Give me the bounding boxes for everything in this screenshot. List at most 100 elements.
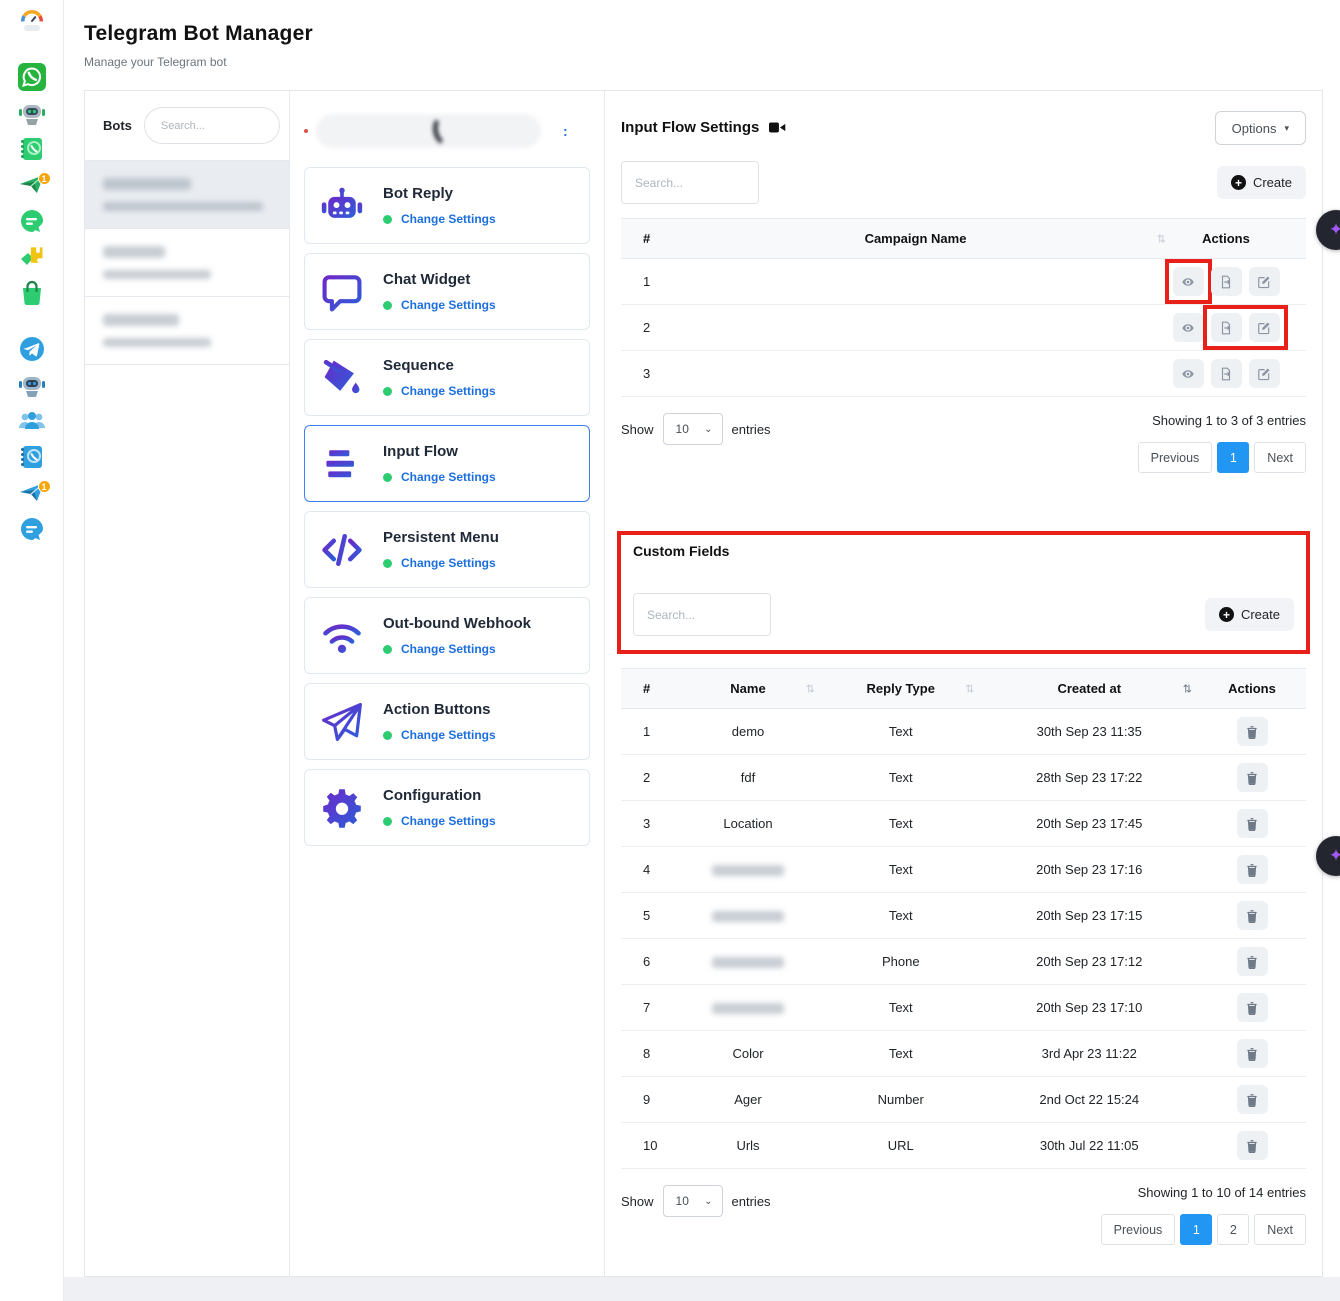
feature-card-chat-widget[interactable]: Chat Widget Change Settings (304, 253, 590, 330)
robot-green-icon[interactable] (17, 98, 47, 128)
export-button[interactable] (1211, 267, 1242, 296)
create-custom-field-button[interactable]: + Create (1205, 598, 1294, 631)
per-page-select[interactable]: 10 ⌄ (663, 413, 723, 445)
edit-button[interactable] (1249, 267, 1280, 296)
created-at: 20th Sep 23 17:15 (981, 908, 1199, 923)
chat-icon (319, 269, 365, 315)
audience-icon[interactable] (17, 406, 47, 436)
page-header: Telegram Bot Manager Manage your Telegra… (84, 22, 313, 69)
custom-fields-search-input[interactable] (633, 593, 771, 636)
edit-button[interactable] (1249, 359, 1280, 388)
sort-icon[interactable]: ⇅ (1183, 682, 1192, 695)
delete-button[interactable] (1237, 901, 1268, 930)
previous-page-button[interactable]: Previous (1101, 1214, 1176, 1245)
export-button[interactable] (1211, 313, 1242, 342)
campaign-search-input[interactable] (621, 161, 759, 204)
delete-button[interactable] (1237, 1131, 1268, 1160)
export-button[interactable] (1211, 359, 1242, 388)
delete-button[interactable] (1237, 855, 1268, 884)
table-header-row: # Campaign Name⇅ Actions (621, 218, 1306, 259)
bot-list-item[interactable] (85, 160, 289, 228)
reply-type: URL (821, 1138, 981, 1153)
status-dot-icon (383, 731, 392, 740)
eye-button[interactable] (1173, 267, 1204, 296)
delete-button[interactable] (1237, 1039, 1268, 1068)
created-at: 3rd Apr 23 11:22 (981, 1046, 1199, 1061)
previous-page-button[interactable]: Previous (1138, 442, 1213, 473)
feature-card-bot-reply[interactable]: Bot Reply Change Settings (304, 167, 590, 244)
redacted-bot-title (103, 246, 165, 258)
redacted-bot-username (103, 270, 211, 279)
eye-button[interactable] (1173, 313, 1204, 342)
shop-icon[interactable] (17, 278, 47, 308)
plane-icon (319, 699, 365, 745)
change-settings-link[interactable]: Change Settings (401, 642, 496, 656)
page-subtitle: Manage your Telegram bot (84, 55, 313, 69)
redacted-field-name (712, 865, 784, 876)
notification-badge: 1 (38, 480, 51, 493)
change-settings-link[interactable]: Change Settings (401, 384, 496, 398)
menu-icon (319, 441, 365, 487)
contacts-green-icon[interactable] (17, 134, 47, 164)
create-campaign-button[interactable]: + Create (1217, 166, 1306, 199)
edit-button[interactable] (1249, 313, 1280, 342)
change-settings-link[interactable]: Change Settings (401, 814, 496, 828)
created-at: 20th Sep 23 17:45 (981, 816, 1199, 831)
video-camera-icon[interactable] (769, 121, 786, 134)
speedometer-icon[interactable] (17, 6, 47, 36)
integration-icon[interactable] (17, 242, 47, 272)
page-button-2[interactable]: 2 (1217, 1214, 1249, 1245)
delete-button[interactable] (1237, 947, 1268, 976)
broadcast-green-icon[interactable]: 1 (17, 170, 47, 200)
change-settings-link[interactable]: Change Settings (401, 470, 496, 484)
reply-type: Text (821, 770, 981, 785)
feature-card-persistent-menu[interactable]: Persistent Menu Change Settings (304, 511, 590, 588)
options-button[interactable]: Options ▾ (1215, 111, 1306, 145)
next-page-button[interactable]: Next (1254, 442, 1306, 473)
delete-button[interactable] (1237, 717, 1268, 746)
eye-button[interactable] (1173, 359, 1204, 388)
telegram-icon[interactable] (17, 334, 47, 364)
chat-blue-icon[interactable] (17, 514, 47, 544)
field-name: demo (732, 724, 765, 739)
chat-green-icon[interactable] (17, 206, 47, 236)
annotation-box (1203, 305, 1288, 350)
selected-bot-header: : (304, 103, 590, 159)
show-label: Show (621, 422, 654, 437)
delete-button[interactable] (1237, 993, 1268, 1022)
sort-icon[interactable]: ⇅ (806, 682, 815, 695)
created-at: 2nd Oct 22 15:24 (981, 1092, 1199, 1107)
change-settings-link[interactable]: Change Settings (401, 298, 496, 312)
feature-title: Action Buttons (383, 701, 490, 718)
custom-field-row: 10 Urls URL 30th Jul 22 11:05 (621, 1123, 1306, 1169)
delete-button[interactable] (1237, 809, 1268, 838)
entries-label: entries (732, 1194, 771, 1209)
custom-fields-title: Custom Fields (633, 543, 1294, 559)
delete-button[interactable] (1237, 763, 1268, 792)
feature-card-list: Bot Reply Change Settings Chat Widget Ch… (304, 167, 590, 846)
bots-search-input[interactable] (144, 107, 280, 144)
robot-blue-icon[interactable] (17, 370, 47, 400)
campaign-row: 2 (621, 305, 1306, 351)
field-name: Location (723, 816, 772, 831)
page-button-1[interactable]: 1 (1180, 1214, 1212, 1245)
feature-card-sequence[interactable]: Sequence Change Settings (304, 339, 590, 416)
contacts-blue-icon[interactable] (17, 442, 47, 472)
broadcast-blue-icon[interactable]: 1 (17, 478, 47, 508)
sort-icon[interactable]: ⇅ (965, 682, 974, 695)
feature-card-input-flow[interactable]: Input Flow Change Settings (304, 425, 590, 502)
delete-button[interactable] (1237, 1085, 1268, 1114)
page-button-1[interactable]: 1 (1217, 442, 1249, 473)
feature-card-action-buttons[interactable]: Action Buttons Change Settings (304, 683, 590, 760)
bot-list-item[interactable] (85, 228, 289, 296)
change-settings-link[interactable]: Change Settings (401, 212, 496, 226)
next-page-button[interactable]: Next (1254, 1214, 1306, 1245)
bot-list-item[interactable] (85, 296, 289, 365)
feature-card-out-bound-webhook[interactable]: Out-bound Webhook Change Settings (304, 597, 590, 674)
feature-card-configuration[interactable]: Configuration Change Settings (304, 769, 590, 846)
per-page-select[interactable]: 10 ⌄ (663, 1185, 723, 1217)
whatsapp-icon[interactable] (17, 62, 47, 92)
change-settings-link[interactable]: Change Settings (401, 556, 496, 570)
change-settings-link[interactable]: Change Settings (401, 728, 496, 742)
custom-field-row: 3 Location Text 20th Sep 23 17:45 (621, 801, 1306, 847)
